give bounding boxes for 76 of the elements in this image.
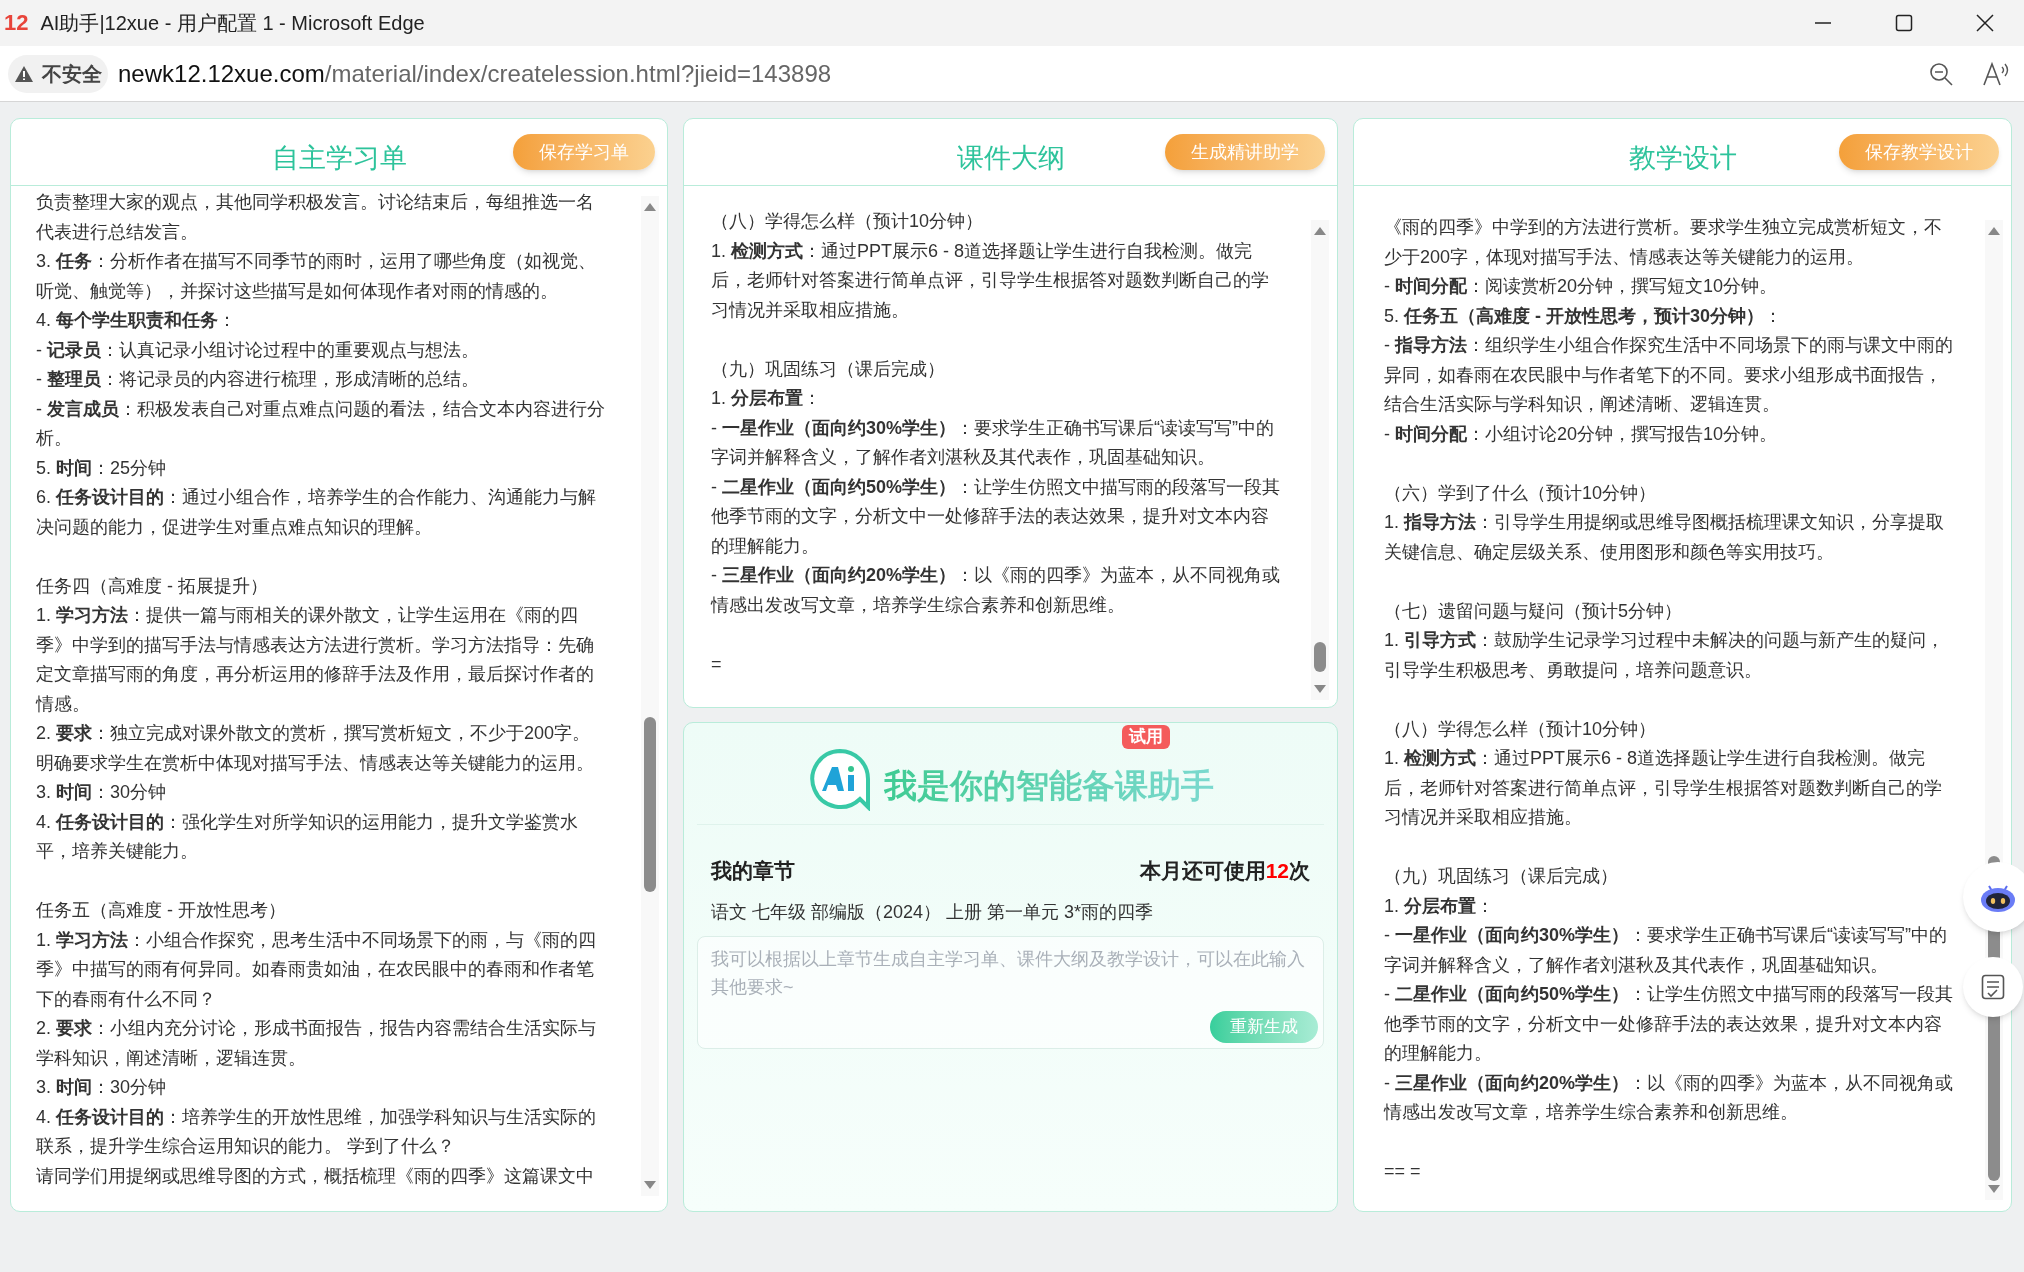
close-icon[interactable] xyxy=(1976,14,1994,32)
content-paragraph: 5. 任务五（高难度 - 开放性思考，预计30分钟）： xyxy=(1384,304,1784,328)
content-paragraph: - 三星作业（面向约20%学生）：以《雨的四季》为蓝本，从不同视角或情感出发改写文章，培养学生综合素养和创新思维。 xyxy=(1384,1071,1954,1124)
usage-quota: 本月还可使用12次 xyxy=(1139,858,1310,884)
scroll-down-icon[interactable] xyxy=(1987,1184,2001,1194)
content-paragraph: 任务五（高难度 - 开放性思考） xyxy=(36,899,287,922)
content-paragraph: - 时间分配：小组讨论20分钟，撰写报告10分钟。 xyxy=(1384,422,1779,446)
content-paragraph: （九）巩固练习（课后完成） xyxy=(1384,865,1619,888)
content-paragraph: - 整理员：将记录员的内容进行梳理，形成清晰的总结。 xyxy=(36,368,480,391)
save-button[interactable]: 生成精讲助学 xyxy=(1165,134,1325,170)
content-paragraph: - 三星作业（面向约20%学生）：以《雨的四季》为蓝本，从不同视角或情感出发改写文章，培养学生综合素养和创新思维。 xyxy=(711,564,1282,617)
regenerate-button[interactable]: 重新生成 xyxy=(1210,1010,1318,1043)
content-paragraph: - 二星作业（面向约50%学生）：让学生仿照文中描写雨的段落写一段其他季节雨的文字，分析文中一处修辞手法的表达效果，提升对文本内容的理解能力。 xyxy=(711,475,1282,558)
content-paragraph: - 二星作业（面向约50%学生）：让学生仿照文中描写雨的段落写一段其他季节雨的文字，分析文中一处修辞手法的表达效果，提升对文本内容的理解能力。 xyxy=(1384,983,1954,1065)
content-paragraph: 1. 学习方法：提供一篇与雨相关的课外散文，让学生运用在《雨的四季》中学到的描写手法与情感表达方法进行赏析。学习方法指导：先确定文章描写雨的角度，再分析运用的修辞手法及作用，最后探讨作者的情感。 xyxy=(36,604,595,716)
window-title: AI助手|12xue - 用户配置 1 - Microsoft Edge xyxy=(40,11,425,36)
content-paragraph: - 发言成员：积极发表自己对重点难点问题的看法，结合文本内容进行分析。 xyxy=(36,397,606,450)
content-paragraph: - 记录员：认真记录小组讨论过程中的重要观点与想法。 xyxy=(36,338,480,362)
zoom-out-icon[interactable] xyxy=(1928,60,1954,87)
content-paragraph: 1. 检测方式：通过PPT展示6 - 8道选择题让学生进行自我检测。做完后，老师针对答案进行简单点评，引导学生根据答对题数判断自己的学习情况并采取相应措施。 xyxy=(1384,747,1943,829)
panel-title: 自主学习单 xyxy=(271,141,407,175)
content-paragraph: 4. 任务设计目的：强化学生对所学知识的运用能力，提升文学鉴赏水平，培养关键能力。 xyxy=(36,810,579,863)
content-paragraph: 1. 引导方式：鼓励学生记录学习过程中未解决的问题与新产生的疑问，引导学生积极思考、勇敢提问，培养问题意识。 xyxy=(1384,629,1945,682)
chapter-text: 语文 七年级 部编版（2024） 上册 第一单元 3*雨的四季 xyxy=(710,900,1155,924)
scroll-up-icon[interactable] xyxy=(1987,226,2001,236)
scrollbar[interactable] xyxy=(641,196,659,1196)
content-paragraph: 6. 任务设计目的：通过小组合作，培养学生的合作能力、沟通能力与解决问题的能力，促进学生对重点难点知识的理解。 xyxy=(36,486,597,539)
scrollbar-thumb[interactable] xyxy=(1314,642,1326,672)
content-paragraph: （八）学得怎么样（预计10分钟） xyxy=(1384,717,1658,741)
checklist-icon xyxy=(1981,974,2005,1000)
content-paragraph: 4. 每个学生职责和任务： xyxy=(36,309,237,332)
chapter-label: 我的章节 xyxy=(711,858,795,884)
save-button[interactable]: 保存教学设计 xyxy=(1839,134,1999,170)
security-indicator[interactable]: 不安全 xyxy=(8,54,108,93)
scrollbar-thumb[interactable] xyxy=(644,717,656,892)
content-paragraph: 3. 任务：分析作者在描写不同季节的雨时，运用了哪些角度（如视觉、听觉、触觉等），并探讨这些描写是如何体现作者对雨的情感的。 xyxy=(36,250,597,303)
app-logo: 12 xyxy=(4,12,29,34)
ai-logo-icon xyxy=(807,746,872,811)
content-paragraph: 1. 分层布置： xyxy=(711,387,822,410)
content-paragraph: 负责整理大家的观点，其他同学积极发言。讨论结束后，每组推选一名代表进行总结发言。 xyxy=(36,191,595,244)
content-paragraph: 3. 时间：30分钟 xyxy=(36,1076,168,1099)
url-field[interactable]: newk12.12xue.com/material/index/createlession.html?jieid=143898 xyxy=(118,55,832,92)
content-paragraph: 4. 任务设计目的：培养学生的开放性思维，加强学科知识与生活实际的联系，提升学生综合运用知识的能力。 学到了什么？ xyxy=(36,1105,597,1158)
scroll-down-icon[interactable] xyxy=(1313,684,1327,694)
scroll-up-icon[interactable] xyxy=(643,202,657,212)
content-paragraph: 2. 要求：小组内充分讨论，形成书面报告，报告内容需结合生活实际与学科知识，阐述清晰，逻辑连贯。 xyxy=(36,1017,597,1070)
save-button[interactable]: 保存学习单 xyxy=(513,134,655,170)
content-paragraph: （六）学到了什么（预计10分钟） xyxy=(1384,481,1658,505)
scroll-up-icon[interactable] xyxy=(1313,226,1327,236)
content-paragraph: 3. 时间：30分钟 xyxy=(36,781,168,804)
content-paragraph: 1. 检测方式：通过PPT展示6 - 8道选择题让学生进行自我检测。做完后，老师针对答案进行简单点评，引导学生根据答对题数判断自己的学习情况并采取相应措施。 xyxy=(711,239,1270,322)
content-paragraph: （七）遗留问题与疑问（预计5分钟） xyxy=(1384,599,1683,623)
content-paragraph: 请同学们用提纲或思维导图的方式，概括梳理《雨的四季》这篇课文中 xyxy=(36,1164,595,1188)
content-paragraph: - 一星作业（面向约30%学生）：要求学生正确书写课后“读读写写”中的字词并解释含义，了解作者刘湛秋及其代表作，巩固基础知识。 xyxy=(711,416,1276,469)
content-paragraph: 1. 学习方法：小组合作探究，思考生活中不同场景下的雨，与《雨的四季》中描写的雨有何异同。如春雨贵如油，在农民眼中的春雨和作者笔下的春雨有什么不同？ xyxy=(36,928,597,1011)
trial-badge: 试用 xyxy=(1121,724,1170,749)
content-paragraph: 2. 要求：独立完成对课外散文的赏析，撰写赏析短文，不少于200字。明确要求学生在赏析中体现对描写手法、情感表达等关键能力的运用。 xyxy=(36,722,595,775)
content-paragraph: 《雨的四季》中学到的方法进行赏析。要求学生独立完成赏析短文，不少于200字，体现对描写手法、情感表达等关键能力的运用。 xyxy=(1384,216,1943,269)
content-paragraph: 5. 时间：25分钟 xyxy=(36,456,168,480)
panel-title: 教学设计 xyxy=(1628,141,1737,175)
content-paragraph: = xyxy=(711,652,723,676)
content-paragraph: 任务四（高难度 - 拓展提升） xyxy=(36,574,269,598)
content-paragraph: == = xyxy=(1384,1160,1422,1183)
maximize-icon[interactable] xyxy=(1895,14,1913,32)
content-paragraph: 1. 分层布置： xyxy=(1384,894,1495,918)
scrollbar[interactable] xyxy=(1311,220,1329,700)
content-paragraph: - 时间分配：阅读赏析20分钟，撰写短文10分钟。 xyxy=(1384,275,1779,298)
content-paragraph: 1. 指导方法：引导学生用提纲或思维导图概括梳理课文知识，分享提取关键信息、确定层级关系、使用图形和颜色等实用技巧。 xyxy=(1384,511,1945,564)
content-paragraph: - 一星作业（面向约30%学生）：要求学生正确书写课后“读读写写”中的字词并解释含义，了解作者刘湛秋及其代表作，巩固基础知识。 xyxy=(1384,924,1949,977)
warning-icon xyxy=(14,64,34,83)
panel-title: 课件大纲 xyxy=(956,141,1065,175)
content-paragraph: （八）学得怎么样（预计10分钟） xyxy=(711,210,985,233)
content-paragraph: （九）巩固练习（课后完成） xyxy=(711,357,946,381)
content-paragraph: - 指导方法：组织学生小组合作探究生活中不同场景下的雨与课文中雨的异同，如春雨在农民眼中与作者笔下的不同。要求小组形成书面报告，结合生活实际与学科知识，阐述清晰、逻辑连贯。 xyxy=(1384,334,1954,416)
read-aloud-icon[interactable] xyxy=(1982,60,2010,87)
scroll-down-icon[interactable] xyxy=(643,1180,657,1190)
